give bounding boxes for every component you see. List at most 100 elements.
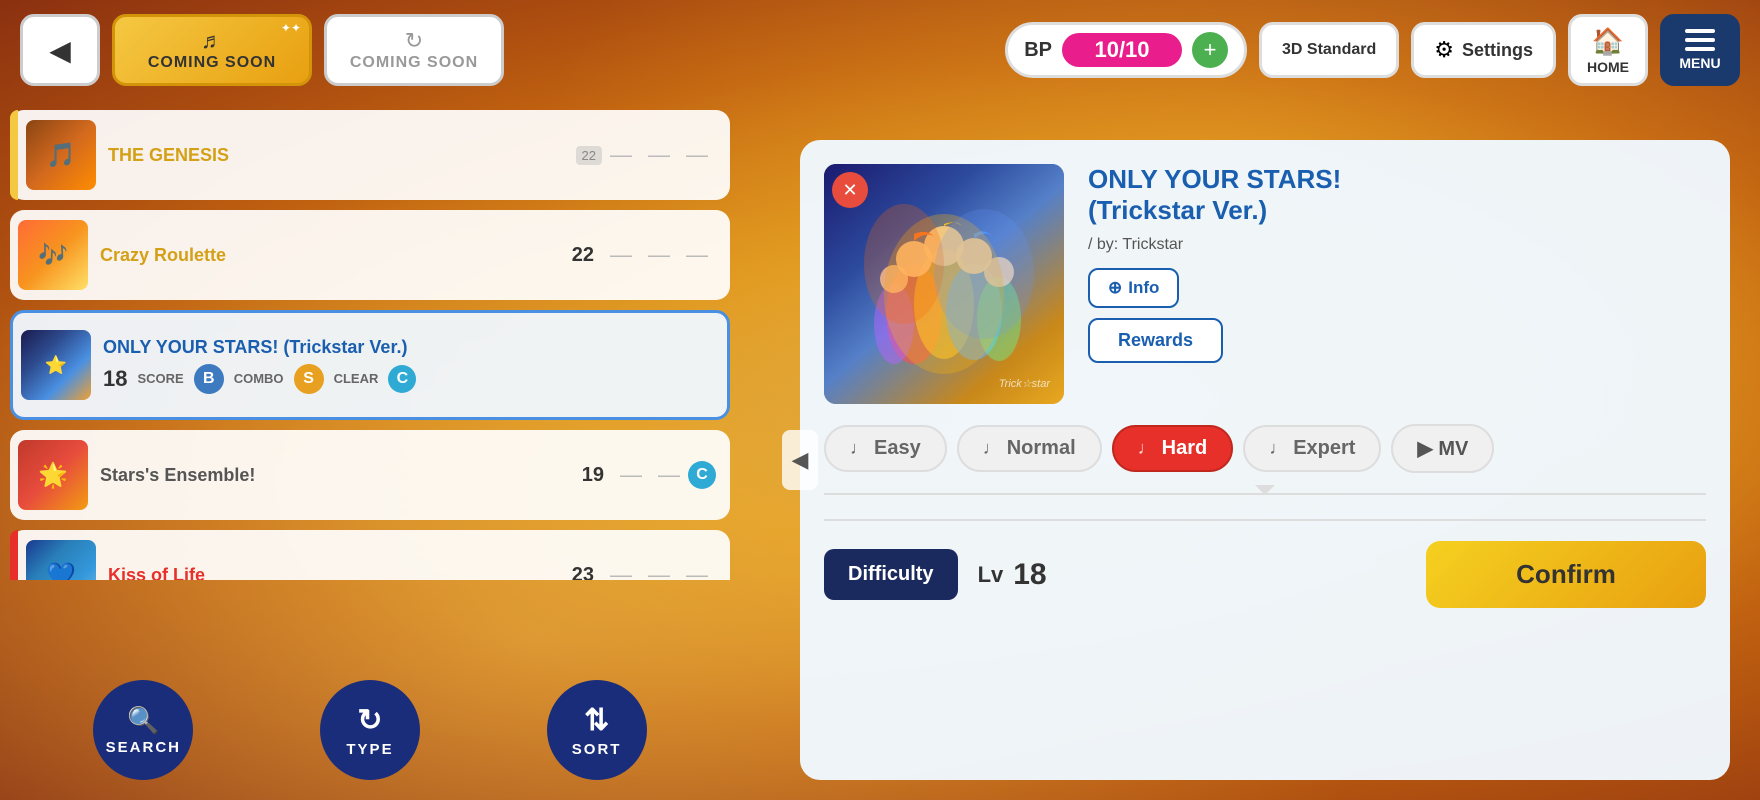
tab-inactive-label: COMING SOON xyxy=(350,54,478,72)
search-button[interactable]: 🔍 SEARCH xyxy=(93,680,193,780)
song-info: Kiss of Life xyxy=(96,565,572,581)
song-level: 18 xyxy=(103,366,127,392)
detail-title-line1: ONLY YOUR STARS! xyxy=(1088,164,1341,194)
normal-label: Normal xyxy=(1007,437,1076,460)
song-level-badge: 22 xyxy=(576,146,602,165)
detail-artist: / by: Trickstar xyxy=(1088,236,1706,254)
color-strip-red xyxy=(10,530,18,580)
detail-info: ONLY YOUR STARS! (Trickstar Ver.) / by: … xyxy=(1088,164,1706,404)
tab-coming-soon-inactive[interactable]: ↻ COMING SOON xyxy=(324,14,504,86)
tab-coming-soon-active[interactable]: ✦✦ ♬ COMING SOON xyxy=(112,14,312,86)
combo-dash: — xyxy=(658,462,680,488)
home-label: HOME xyxy=(1587,59,1629,75)
tab-sparkle-icon: ✦✦ xyxy=(281,21,301,35)
song-info: ONLY YOUR STARS! (Trickstar Ver.) 18 SCO… xyxy=(91,337,713,394)
detail-bottom: Difficulty Lv 18 Confirm xyxy=(824,519,1706,608)
detail-title-line2: (Trickstar Ver.) xyxy=(1088,195,1267,225)
detail-album-art: ✕ xyxy=(824,164,1064,404)
nav-arrow-button[interactable]: ◀ xyxy=(782,430,818,490)
song-level: 19 xyxy=(582,464,604,487)
song-item[interactable]: 🎵 THE GENESIS 22 — — — xyxy=(10,110,730,200)
clear-dash: — xyxy=(686,142,708,168)
difficulty-normal-tab[interactable]: ♩ Normal xyxy=(957,425,1102,472)
easy-label: Easy xyxy=(874,437,921,460)
song-item[interactable]: 💙 Kiss of Life 23 — — — xyxy=(10,530,730,580)
top-bar: ◀ ✦✦ ♬ COMING SOON ↻ COMING SOON BP 10/1… xyxy=(0,0,1760,100)
thumb-art: 🎵 xyxy=(26,120,96,190)
difficulty-hard-tab[interactable]: ♩ Hard xyxy=(1112,425,1234,472)
song-item[interactable]: 🌟 Stars's Ensemble! 19 — — C xyxy=(10,430,730,520)
menu-label: MENU xyxy=(1679,55,1720,71)
combo-dash: — xyxy=(648,142,670,168)
settings-button[interactable]: ⚙ Settings xyxy=(1411,22,1556,78)
song-meta: 18 SCORE B COMBO S CLEAR C xyxy=(103,364,701,394)
song-title: THE GENESIS xyxy=(108,145,564,166)
song-thumbnail: ⭐ xyxy=(21,330,91,400)
confirm-button[interactable]: Confirm xyxy=(1426,541,1706,608)
color-strip xyxy=(10,110,18,200)
type-button[interactable]: ↻ TYPE xyxy=(320,680,420,780)
home-icon: 🏠 xyxy=(1592,26,1624,57)
song-list-container: 🎵 THE GENESIS 22 — — — 🎶 Crazy Roulette … xyxy=(10,110,730,790)
rewards-label: Rewards xyxy=(1118,330,1193,351)
info-button[interactable]: ⊕ Info xyxy=(1088,268,1179,308)
song-level: 22 xyxy=(572,244,594,267)
clear-dash: — xyxy=(686,562,708,580)
menu-button[interactable]: MENU xyxy=(1660,14,1740,86)
score-dash: — xyxy=(620,462,642,488)
divider-notch xyxy=(1255,485,1275,495)
info-icon: ⊕ xyxy=(1108,278,1122,298)
score-grade-badge: B xyxy=(194,364,224,394)
type-label: TYPE xyxy=(346,741,393,758)
type-icon: ↻ xyxy=(357,703,382,738)
clear-dash: — xyxy=(686,242,708,268)
score-dash: — xyxy=(610,242,632,268)
song-item[interactable]: 🎶 Crazy Roulette 22 — — — xyxy=(10,210,730,300)
thumb-art: ⭐ xyxy=(21,330,91,400)
bp-container: BP 10/10 + xyxy=(1005,22,1247,78)
tab-music-icon: ♬ xyxy=(201,28,223,54)
detail-panel: ◀ ✕ xyxy=(800,140,1730,780)
combo-dash: — xyxy=(648,242,670,268)
hamburger-icon xyxy=(1685,29,1715,51)
score-dash: — xyxy=(610,562,632,580)
sort-icon: ⇅ xyxy=(584,703,609,738)
bp-plus-button[interactable]: + xyxy=(1192,32,1228,68)
difficulty-expert-tab[interactable]: ♩ Expert xyxy=(1243,425,1381,472)
lv-label: Lv xyxy=(978,562,1004,588)
song-thumbnail: 🌟 xyxy=(18,440,88,510)
lv-value: 18 xyxy=(1013,558,1046,592)
thumb-art: 🎶 xyxy=(18,220,88,290)
thumb-art: 🌟 xyxy=(18,440,88,510)
combo-dash: — xyxy=(648,562,670,580)
song-title: ONLY YOUR STARS! (Trickstar Ver.) xyxy=(103,337,701,358)
difficulty-tabs: ♩ Easy ♩ Normal ♩ Hard ♩ Expert ▶ MV xyxy=(824,424,1706,473)
album-svg xyxy=(844,184,1044,384)
close-button[interactable]: ✕ xyxy=(832,172,868,208)
bottom-toolbar: 🔍 SEARCH ↻ TYPE ⇅ SORT xyxy=(10,670,730,790)
back-button[interactable]: ◀ xyxy=(20,14,100,86)
song-title: Crazy Roulette xyxy=(100,245,560,266)
song-title: Stars's Ensemble! xyxy=(100,465,570,486)
view-mode-button[interactable]: 3D Standard xyxy=(1259,22,1399,78)
difficulty-easy-tab[interactable]: ♩ Easy xyxy=(824,425,947,472)
sort-button[interactable]: ⇅ SORT xyxy=(547,680,647,780)
score-label: SCORE xyxy=(137,371,183,386)
settings-label: Settings xyxy=(1462,40,1533,61)
difficulty-mv-tab[interactable]: ▶ MV xyxy=(1391,424,1494,473)
song-info: THE GENESIS xyxy=(96,145,576,166)
hard-note-icon: ♩ xyxy=(1138,438,1156,459)
song-item-selected[interactable]: ⭐ ONLY YOUR STARS! (Trickstar Ver.) 18 S… xyxy=(10,310,730,420)
difficulty-label-box: Difficulty xyxy=(824,549,958,600)
home-button[interactable]: 🏠 HOME xyxy=(1568,14,1648,86)
bp-value: 10/10 xyxy=(1094,37,1149,62)
view-mode-label: 3D Standard xyxy=(1282,41,1376,59)
expert-note-icon: ♩ xyxy=(1269,438,1287,459)
bp-label: BP xyxy=(1024,39,1052,62)
sort-label: SORT xyxy=(572,741,622,758)
expert-label: Expert xyxy=(1293,437,1355,460)
thumb-art: 💙 xyxy=(26,540,96,580)
album-watermark: Trick☆star xyxy=(999,377,1050,390)
divider xyxy=(824,493,1706,495)
rewards-button[interactable]: Rewards xyxy=(1088,318,1223,363)
